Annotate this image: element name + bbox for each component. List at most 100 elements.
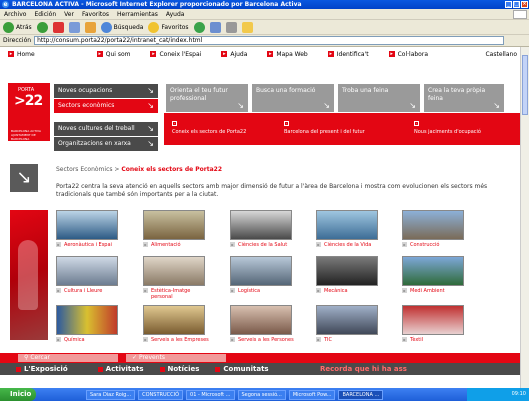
- reminder-ticker: Recorda que hi ha ass: [320, 365, 407, 373]
- busca-formacio-button[interactable]: Busca una formació ↘: [252, 84, 334, 112]
- sector-serveis-persones[interactable]: ▸ Serveis a les Persones: [230, 305, 296, 343]
- sector-aeronautica[interactable]: ▸ Aeronàutica i Espai: [56, 210, 122, 248]
- task-powerpoint[interactable]: Microsoft Pow...: [288, 389, 336, 400]
- window-title: BARCELONA ACTIVA - Microsoft Internet Ex…: [12, 1, 302, 8]
- sector-logistica[interactable]: ▸ Logística: [230, 256, 296, 294]
- troba-feina-button[interactable]: Troba una feina ↘: [338, 84, 420, 112]
- menu-archivo[interactable]: Archivo: [4, 9, 26, 19]
- task-word[interactable]: 01 - Microsoft ...: [186, 389, 235, 400]
- arrow-icon: ↘: [323, 101, 330, 110]
- sector-alimentacio[interactable]: ▸ Alimentació: [143, 210, 209, 248]
- bullet-icon: ·: [414, 121, 419, 126]
- start-button[interactable]: Inicio: [0, 388, 36, 401]
- sector-estetica[interactable]: ▸ Estètica-Imatge personal: [143, 256, 209, 300]
- task-barcelona[interactable]: BARCELONA ...: [338, 389, 384, 400]
- arrow-icon: ↘: [147, 124, 154, 133]
- nav-noticies[interactable]: Notícies: [159, 363, 199, 375]
- arrow-icon: ↘: [409, 101, 416, 110]
- toolbar: Atrás Búsqueda Favoritos: [0, 20, 529, 35]
- section-arrow-icon: ↘: [10, 164, 38, 192]
- menu-ayuda[interactable]: Ayuda: [166, 9, 185, 19]
- forward-button[interactable]: [36, 21, 48, 33]
- sector-cultura[interactable]: ▸ Cultura i Lleure: [56, 256, 122, 294]
- language-link[interactable]: Castellano: [485, 51, 517, 58]
- print-button[interactable]: [225, 21, 237, 33]
- intro-text: Porta22 centra la seva atenció en aquell…: [56, 183, 488, 198]
- refresh-button[interactable]: [68, 21, 80, 33]
- bullet-icon: ▸: [327, 51, 334, 57]
- address-label: Dirección: [3, 36, 32, 44]
- bullet-icon: ·: [172, 121, 177, 126]
- search-icon: [100, 21, 112, 33]
- system-tray: 09:10: [467, 388, 529, 401]
- nav-ajuda[interactable]: ▸ Ajuda: [221, 51, 247, 58]
- history-button[interactable]: [193, 21, 205, 33]
- nav-activitats[interactable]: Activitats: [97, 363, 144, 375]
- sector-ciencies-salut[interactable]: ▸ Ciències de la Salut: [230, 210, 296, 248]
- side-noves-ocupacions[interactable]: Noves ocupacions ↘: [54, 84, 158, 98]
- bullet-icon: ▸: [267, 51, 274, 57]
- back-button[interactable]: Atrás: [3, 21, 32, 33]
- nav-comunitats[interactable]: Comunitats: [215, 363, 269, 375]
- task-construccio[interactable]: CONSTRUCCIÓ: [138, 389, 184, 400]
- arrow-icon: ↘: [237, 101, 244, 110]
- crea-feina-button[interactable]: Crea la teva pròpia feina ↘: [424, 84, 504, 112]
- stop-button[interactable]: [52, 21, 64, 33]
- favorites-button[interactable]: Favoritos: [148, 21, 189, 33]
- close-button[interactable]: ×: [521, 1, 528, 8]
- menu-favoritos[interactable]: Favoritos: [82, 9, 109, 19]
- sector-mecanica[interactable]: ▸ Mecànica: [316, 256, 382, 294]
- mail-button[interactable]: [209, 21, 221, 33]
- menu-ver[interactable]: Ver: [64, 9, 74, 19]
- sector-ciencies-vida[interactable]: ▸ Ciències de la Vida: [316, 210, 382, 248]
- arrow-icon: ↘: [147, 139, 154, 148]
- prevents-field[interactable]: ✓ Prevents: [126, 354, 226, 362]
- nav-home[interactable]: ▸ Home: [8, 51, 35, 58]
- nav-coneix-espai[interactable]: ▸ Coneix l'Espai: [150, 51, 201, 58]
- decorative-photo: [10, 210, 48, 340]
- sector-serveis-empreses[interactable]: ▸ Serveis a les Empreses: [143, 305, 209, 343]
- nav-mapa-web[interactable]: ▸ Mapa Web: [267, 51, 308, 58]
- address-bar: Dirección http://consum.porta22/porta22/…: [0, 35, 529, 47]
- vertical-scrollbar[interactable]: [520, 47, 529, 388]
- menu-edicion[interactable]: Edición: [34, 9, 56, 19]
- link-coneix-sectors[interactable]: Coneix els sectors de Porta22: [172, 129, 246, 135]
- search-bar: ⚲ Cercar ✓ Prevents: [0, 353, 520, 363]
- nav-identificat[interactable]: ▸ Identifica't: [327, 51, 369, 58]
- sector-construccio[interactable]: ▸ Construcció: [402, 210, 468, 248]
- side-organitzacions[interactable]: Organitzacions en xarxa ↘: [54, 137, 158, 151]
- side-noves-cultures[interactable]: Noves cultures del treball ↘: [54, 122, 158, 136]
- minimize-button[interactable]: _: [505, 1, 512, 8]
- bottom-navigation: L'Exposició Activitats Notícies Comunita…: [0, 363, 520, 375]
- back-arrow-icon: [3, 21, 14, 33]
- bullet-icon: ▸: [221, 51, 228, 57]
- side-sectors-economics[interactable]: Sectors econòmics ↘: [54, 99, 158, 113]
- task-sara[interactable]: Sara Diaz Roig...: [86, 389, 136, 400]
- bullet-icon: [215, 366, 221, 372]
- windows-flag-icon: [513, 10, 527, 19]
- sector-quimica[interactable]: ▸ Química: [56, 305, 122, 343]
- sector-medi-ambient[interactable]: ▸ Medi Ambient: [402, 256, 468, 294]
- nav-exposicio[interactable]: L'Exposició: [16, 363, 68, 375]
- nav-qui-som[interactable]: ▸ Qui som: [96, 51, 130, 58]
- maximize-button[interactable]: □: [513, 1, 520, 8]
- sector-tic[interactable]: ▸ TIC: [316, 305, 382, 343]
- porta22-logo[interactable]: PORTA >22 BARCELONA ACTIVA AJUNTAMENT DE…: [8, 83, 50, 141]
- search-button[interactable]: Búsqueda: [100, 21, 143, 33]
- address-input[interactable]: http://consum.porta22/porta22/intranet_c…: [34, 36, 505, 45]
- menu-herramientas[interactable]: Herramientas: [117, 9, 158, 19]
- orienta-futur-button[interactable]: Orienta el teu futur professional ↘: [166, 84, 248, 112]
- star-icon: [148, 21, 160, 33]
- folder-button[interactable]: [241, 21, 253, 33]
- task-segona[interactable]: Segona sessió...: [237, 389, 286, 400]
- sector-textil[interactable]: ▸ Tèxtil: [402, 305, 468, 343]
- ie-icon: e: [2, 1, 9, 8]
- link-nous-jaciments[interactable]: Nous jaciments d'ocupació: [414, 129, 481, 135]
- browser-window: e BARCELONA ACTIVA - Microsoft Internet …: [0, 0, 529, 401]
- arrow-icon: ↘: [147, 101, 154, 110]
- top-navigation: ▸ Home ▸ Qui som ▸ Coneix l'Espai ▸ Ajuda ▸ M…: [0, 47, 520, 61]
- link-barcelona-present[interactable]: Barcelona del present i del futur: [284, 129, 365, 135]
- home-button[interactable]: [84, 21, 96, 33]
- search-field[interactable]: ⚲ Cercar: [18, 354, 118, 362]
- nav-collabora[interactable]: ▸ Col·labora: [388, 51, 428, 58]
